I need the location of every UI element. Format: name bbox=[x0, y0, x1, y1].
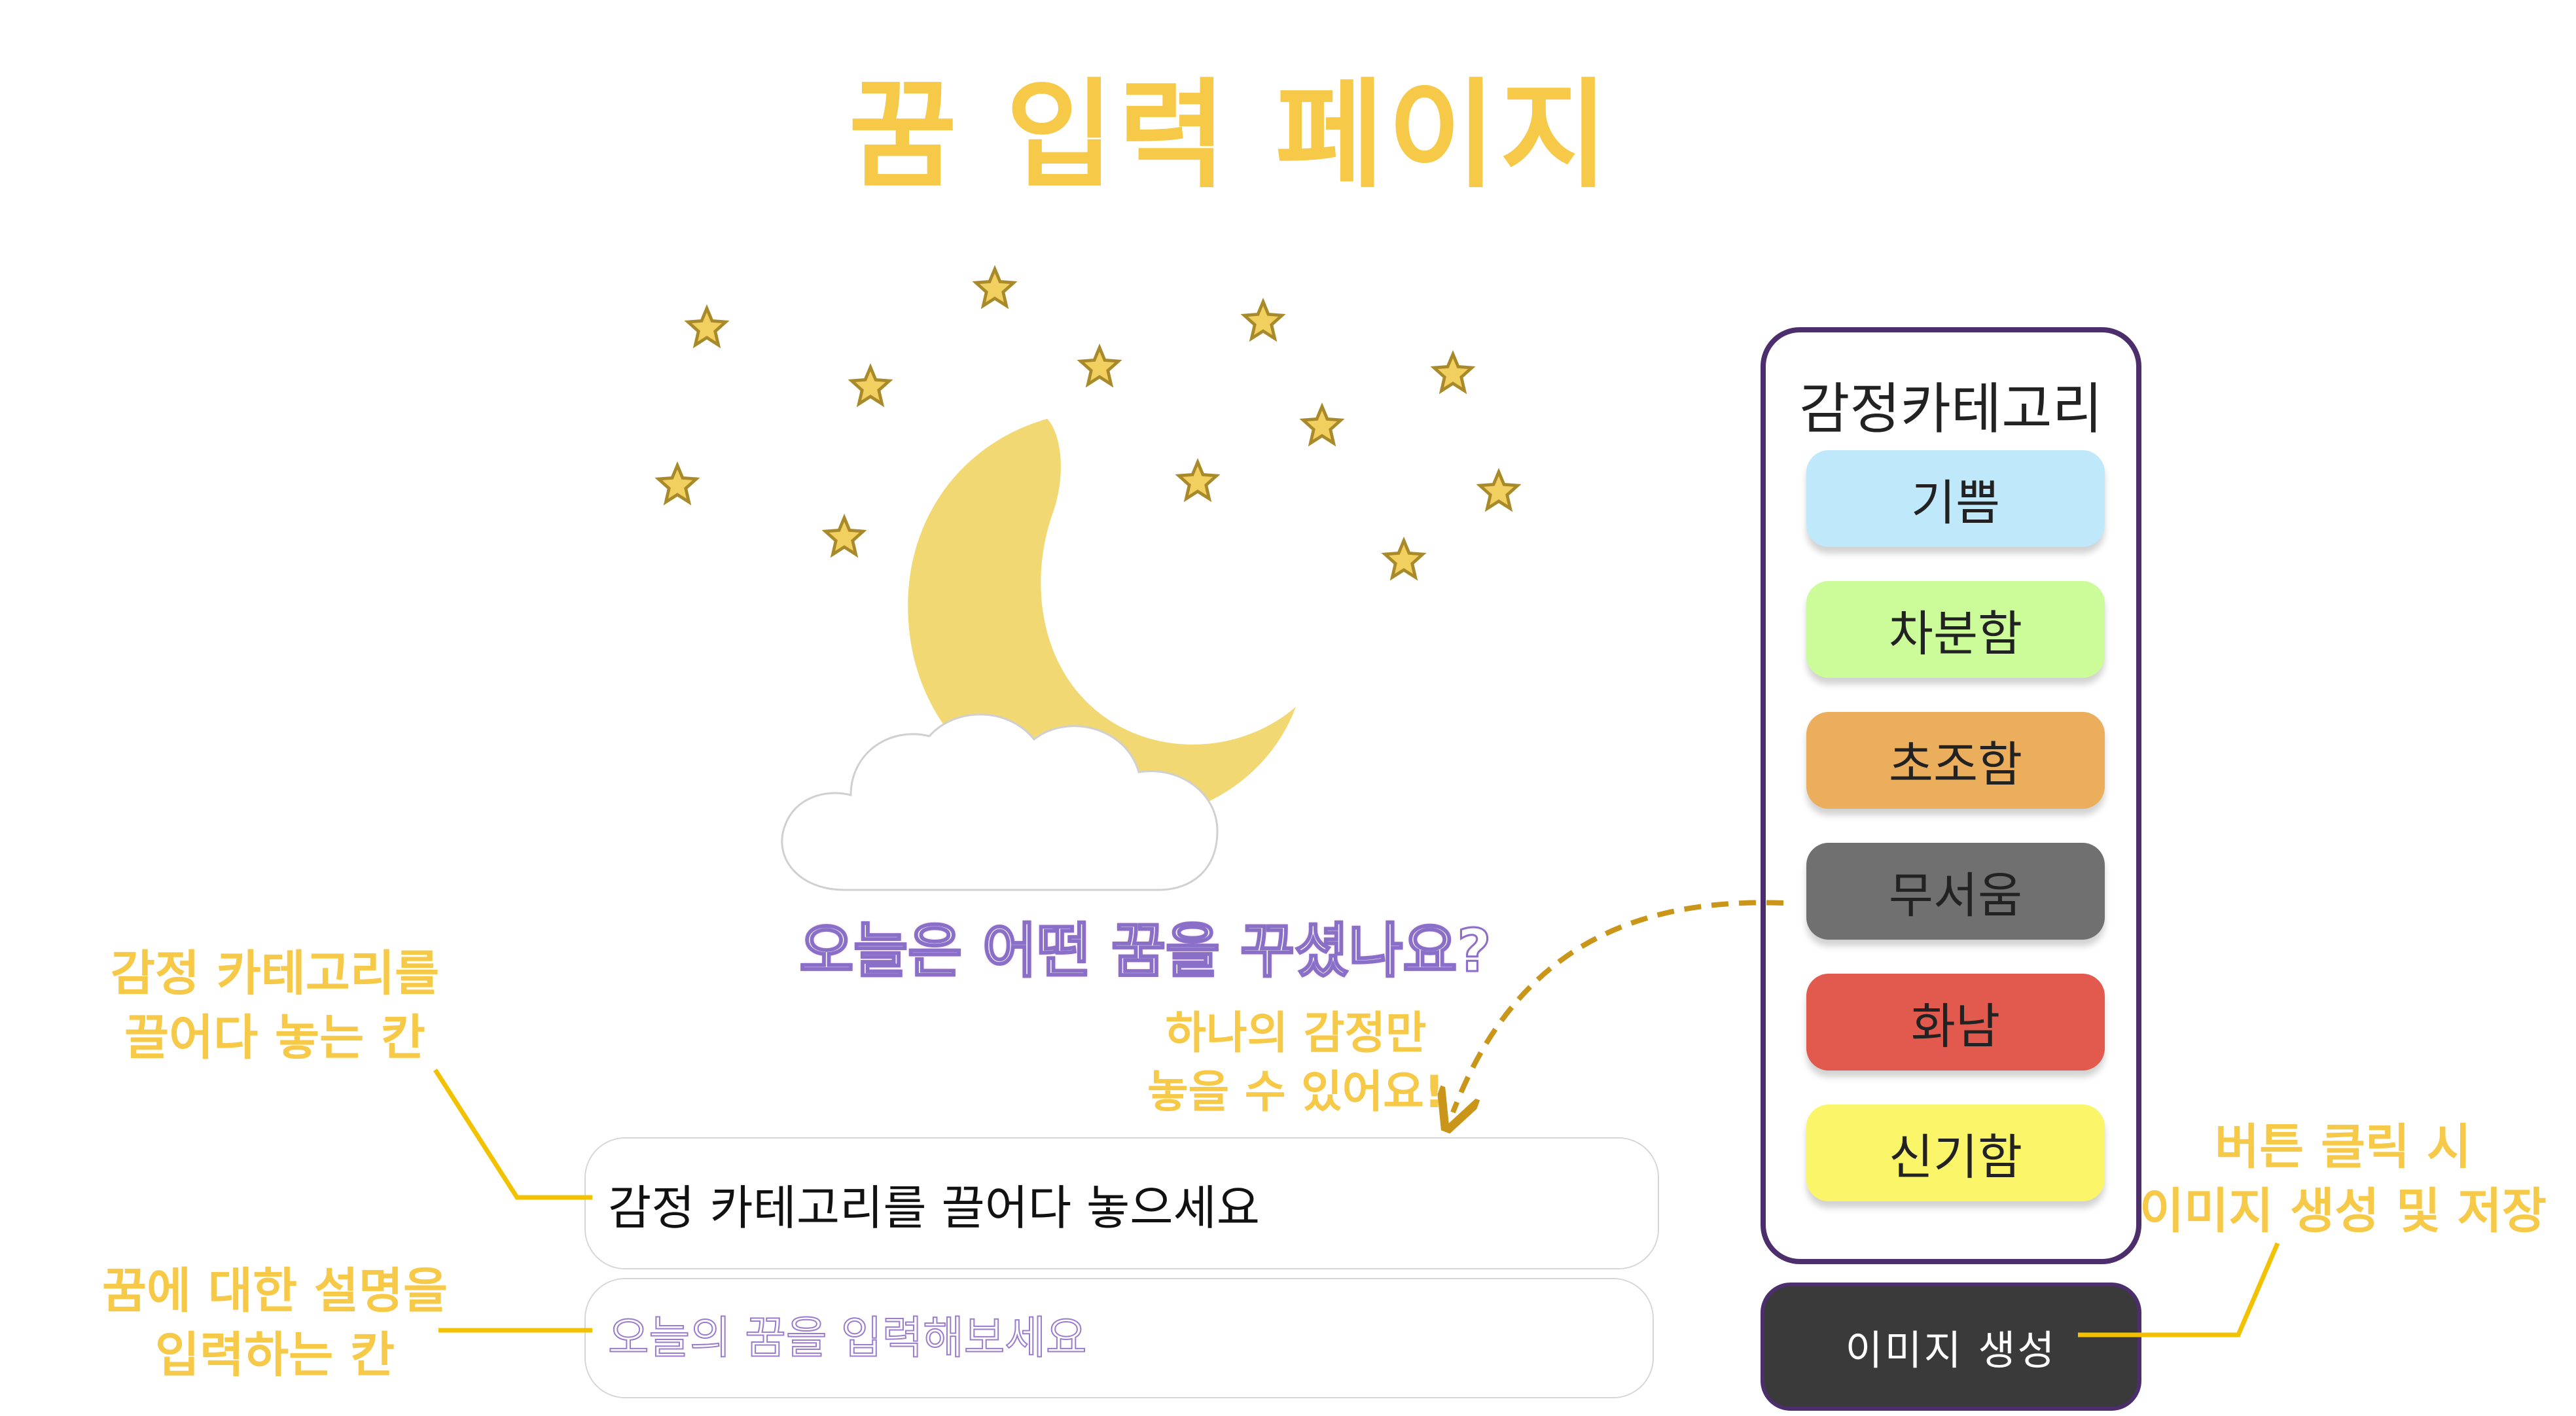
emotion-chip-calm[interactable]: 차분함 bbox=[1806, 581, 2105, 678]
emotion-chip-scared[interactable]: 무서움 bbox=[1806, 843, 2105, 940]
hero-question: 오늘은 어떤 꿈을 꾸셨나요? bbox=[798, 916, 1492, 987]
star-icon bbox=[654, 264, 1522, 581]
moon-cloud-illustration bbox=[654, 264, 1522, 891]
emotion-chip-amazed[interactable]: 신기함 bbox=[1806, 1105, 2105, 1201]
emotion-chip-anxious[interactable]: 초조함 bbox=[1806, 712, 2105, 809]
page-title: 꿈 입력 페이지 bbox=[848, 67, 1613, 204]
emotion-category-panel: 감정카테고리 기쁨 차분함 초조함 무서움 화남 신기함 bbox=[1761, 327, 2141, 1264]
annotation-single-emotion: 하나의 감정만 놓을 수 있어요! bbox=[1147, 1008, 1444, 1118]
connector-drop-zone bbox=[433, 1069, 592, 1200]
annotation-dream-input: 꿈에 대한 설명을 입력하는 칸 bbox=[101, 1263, 448, 1383]
emotion-drop-zone[interactable]: 감정 카테고리를 끌어다 놓으세요 bbox=[586, 1139, 1658, 1268]
emotion-chip-joy[interactable]: 기쁨 bbox=[1806, 450, 2105, 547]
emotion-chip-angry[interactable]: 화남 bbox=[1806, 974, 2105, 1071]
panel-title: 감정카테고리 bbox=[1799, 377, 2103, 441]
generate-image-button[interactable]: 이미지 생성 bbox=[1761, 1283, 2141, 1411]
annotation-generate-button: 버튼 클릭 시 이미지 생성 및 저장 bbox=[2139, 1119, 2547, 1239]
annotation-drop-zone: 감정 카테고리를 끌어다 놓는 칸 bbox=[110, 946, 440, 1066]
dream-description-input[interactable] bbox=[586, 1279, 1653, 1397]
drop-zone-hint: 감정 카테고리를 끌어다 놓으세요 bbox=[608, 1180, 1261, 1235]
